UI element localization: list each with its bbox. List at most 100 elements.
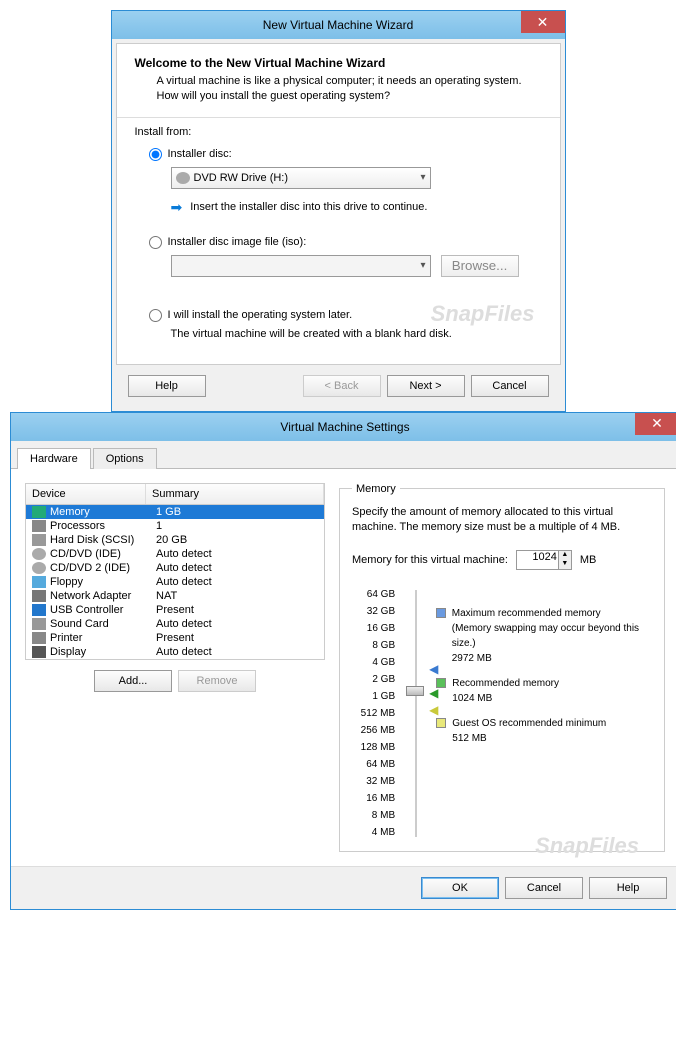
memory-slider[interactable]: ◀ ◀ ◀ [409, 586, 422, 841]
device-name: Floppy [50, 576, 83, 588]
table-row[interactable]: Sound Card Auto detect [26, 617, 324, 631]
device-summary: NAT [156, 590, 318, 602]
new-vm-wizard-window: New Virtual Machine Wizard ✕ Welcome to … [111, 10, 566, 412]
wizard-heading: Welcome to the New Virtual Machine Wizar… [135, 56, 542, 70]
drive-dropdown[interactable]: DVD RW Drive (H:) ▾ [171, 167, 431, 189]
add-button[interactable]: Add... [94, 670, 172, 692]
radio-iso-input[interactable] [149, 236, 162, 249]
device-summary: Auto detect [156, 576, 318, 588]
titlebar[interactable]: Virtual Machine Settings ✕ [11, 413, 676, 441]
device-summary: Present [156, 632, 318, 644]
device-name: Memory [50, 506, 90, 518]
memory-value: 1024 [532, 551, 556, 563]
radio-later-input[interactable] [149, 309, 162, 322]
square-blue-icon [436, 608, 445, 618]
back-button[interactable]: < Back [303, 375, 381, 397]
memory-input-label: Memory for this virtual machine: [352, 554, 508, 566]
rec-label: Recommended memory [452, 676, 559, 691]
memory-group: Memory Specify the amount of memory allo… [339, 483, 665, 852]
tab-hardware[interactable]: Hardware [17, 448, 91, 469]
device-icon [32, 646, 46, 658]
device-summary: 1 [156, 520, 318, 532]
table-row[interactable]: DisplayAuto detect [26, 645, 324, 659]
table-row[interactable]: CD/DVD 2 (IDE)Auto detect [26, 561, 324, 575]
device-icon [32, 534, 46, 546]
min-marker-icon: ◀ [429, 703, 438, 717]
col-summary[interactable]: Summary [146, 484, 324, 504]
table-row[interactable]: CD/DVD (IDE) Auto detect [26, 547, 324, 561]
device-summary: 20 GB [156, 534, 318, 546]
radio-later[interactable]: I will install the operating system late… [149, 309, 542, 322]
memory-description: Specify the amount of memory allocated t… [352, 505, 652, 536]
tabs: Hardware Options [11, 441, 676, 469]
device-name: CD/DVD (IDE) [50, 548, 121, 560]
chevron-down-icon: ▾ [420, 260, 425, 271]
table-row[interactable]: Floppy Auto detect [26, 575, 324, 589]
rec-value: 1024 MB [452, 691, 559, 706]
memory-spinner[interactable]: ▲▼ [558, 551, 571, 569]
device-summary: Auto detect [156, 562, 318, 574]
device-icon [32, 590, 46, 602]
device-summary: 1 GB [156, 506, 318, 518]
browse-button[interactable]: Browse... [441, 255, 519, 277]
next-button[interactable]: Next > [387, 375, 465, 397]
col-device[interactable]: Device [26, 484, 146, 504]
titlebar[interactable]: New Virtual Machine Wizard ✕ [112, 11, 565, 39]
table-row[interactable]: Memory 1 GB [26, 505, 324, 519]
window-title: Virtual Machine Settings [280, 420, 409, 434]
device-summary: Present [156, 604, 318, 616]
device-summary: Auto detect [156, 548, 318, 560]
radio-iso[interactable]: Installer disc image file (iso): [149, 236, 542, 249]
device-icon [32, 576, 46, 588]
arrow-right-icon: ➡ [171, 199, 183, 216]
close-button[interactable]: ✕ [521, 11, 565, 33]
memory-legend-area: Maximum recommended memory (Memory swapp… [436, 586, 652, 841]
help-button[interactable]: Help [589, 877, 667, 899]
table-row[interactable]: Network AdapterNAT [26, 589, 324, 603]
memory-unit: MB [580, 554, 597, 566]
device-icon [32, 520, 46, 532]
table-row[interactable]: USB Controller Present [26, 603, 324, 617]
ok-button[interactable]: OK [421, 877, 499, 899]
slider-labels: 64 GB32 GB16 GB8 GB4 GB2 GB1 GB512 MB256… [352, 586, 395, 841]
device-icon [32, 548, 46, 560]
memory-legend: Memory [352, 483, 400, 495]
remove-button[interactable]: Remove [178, 670, 256, 692]
device-summary: Auto detect [156, 618, 318, 630]
min-value: 512 MB [452, 731, 606, 746]
cancel-button[interactable]: Cancel [471, 375, 549, 397]
memory-input[interactable]: 1024 ▲▼ [516, 550, 572, 570]
device-icon [32, 632, 46, 644]
install-from-label: Install from: [135, 126, 542, 138]
insert-hint: Insert the installer disc into this driv… [190, 201, 427, 213]
device-icon [32, 604, 46, 616]
vm-settings-window: Virtual Machine Settings ✕ Hardware Opti… [10, 412, 676, 910]
settings-button-row: OK Cancel Help [11, 866, 676, 909]
device-table: Device Summary Memory1 GBProcessors1Hard… [25, 483, 325, 660]
close-button[interactable]: ✕ [635, 413, 676, 435]
min-label: Guest OS recommended minimum [452, 716, 606, 731]
disc-icon [176, 172, 190, 184]
cancel-button[interactable]: Cancel [505, 877, 583, 899]
max-rec-label: Maximum recommended memory [452, 606, 652, 621]
later-hint: The virtual machine will be created with… [171, 328, 542, 340]
radio-installer-disc[interactable]: Installer disc: [149, 148, 542, 161]
slider-thumb[interactable] [406, 686, 424, 696]
radio-disc-input[interactable] [149, 148, 162, 161]
device-summary: Auto detect [156, 646, 318, 658]
table-row[interactable]: PrinterPresent [26, 631, 324, 645]
max-rec-value: 2972 MB [452, 651, 652, 666]
tab-options[interactable]: Options [93, 448, 157, 469]
device-name: Hard Disk (SCSI) [50, 534, 134, 546]
iso-path-dropdown[interactable]: ▾ [171, 255, 431, 277]
square-yellow-icon [436, 718, 446, 728]
table-row[interactable]: Hard Disk (SCSI) 20 GB [26, 533, 324, 547]
rec-marker-icon: ◀ [429, 686, 438, 700]
device-name: Processors [50, 520, 105, 532]
help-button[interactable]: Help [128, 375, 206, 397]
device-name: Sound Card [50, 618, 109, 630]
device-name: USB Controller [50, 604, 123, 616]
table-row[interactable]: Processors 1 [26, 519, 324, 533]
device-icon [32, 618, 46, 630]
window-title: New Virtual Machine Wizard [263, 18, 414, 32]
